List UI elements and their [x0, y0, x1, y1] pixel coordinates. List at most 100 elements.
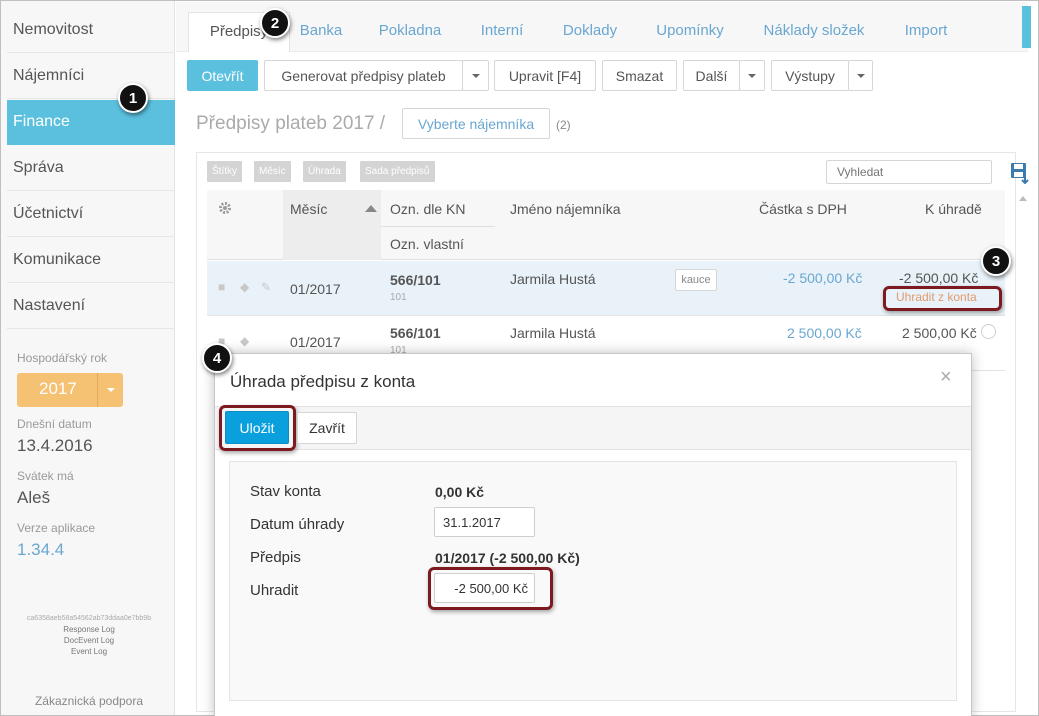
save-button[interactable]: Uložit [225, 411, 289, 444]
pay-amount-field[interactable] [434, 573, 535, 603]
balance-label: Stav konta [250, 483, 321, 500]
sidebar-item-komunikace[interactable]: Komunikace [7, 238, 175, 283]
export-save-icon[interactable] [1010, 162, 1030, 184]
tab-label: Upomínky [656, 22, 724, 39]
filter-tags[interactable]: Štítky [207, 161, 243, 182]
sidebar-item-label: Nastavení [13, 297, 86, 314]
briefcase-icon: ■ [218, 280, 226, 294]
callout-4: 4 [202, 343, 232, 373]
page-title: Předpisy plateb 2017 / [196, 113, 386, 134]
column-header-amount[interactable]: Částka s DPH [759, 201, 847, 217]
tab-label: Pokladna [378, 22, 442, 39]
sidebar-item-sprava[interactable]: Správa [7, 146, 175, 191]
fiscal-year-value: 2017 [39, 379, 77, 398]
dialog-body [229, 461, 957, 701]
deposit-tag[interactable]: kauce [675, 269, 717, 291]
close-button[interactable]: Zavřít [297, 412, 357, 444]
row-kn: 566/101 [390, 325, 441, 341]
sidebar-item-ucetnictvi[interactable]: Účetnictví [7, 192, 175, 237]
pencil-icon[interactable]: ✎ [261, 280, 271, 294]
tab-naklady-slozek[interactable]: Náklady složek [755, 12, 873, 52]
row-kn: 566/101 [390, 272, 441, 288]
sidebar-item-label: Finance [13, 113, 70, 130]
row-amount: 2 500,00 Kč [787, 325, 862, 341]
balance-value: 0,00 Kč [435, 484, 485, 500]
tag-icon: ◆ [240, 280, 250, 294]
version-value[interactable]: 1.34.4 [17, 540, 64, 560]
fiscal-year-label: Hospodářský rok [17, 351, 108, 365]
outputs-button[interactable]: Výstupy [771, 60, 849, 91]
sort-asc-icon [365, 205, 377, 212]
close-icon[interactable]: × [940, 366, 952, 389]
open-button[interactable]: Otevřít [187, 60, 258, 91]
callout-2: 2 [260, 8, 290, 38]
column-header-kn[interactable]: Ozn. dle KN [390, 201, 465, 217]
row-month: 01/2017 [290, 334, 341, 350]
payment-date-field[interactable] [434, 507, 535, 537]
sidebar-item-nemovitost[interactable]: Nemovitost [7, 8, 175, 53]
search-input[interactable] [826, 160, 992, 184]
tab-banka[interactable]: Banka [292, 12, 350, 52]
tab-upominky[interactable]: Upomínky [646, 12, 734, 52]
more-button[interactable]: Další [683, 60, 740, 91]
row-tenant: Jarmila Hustá [510, 271, 596, 287]
filter-month[interactable]: Měsíc [254, 161, 291, 182]
more-dropdown-toggle[interactable] [739, 60, 765, 91]
build-hash: ca6358aeb58a54562ab73ddaa0e7bb9b [26, 615, 152, 622]
fiscal-year-select[interactable]: 2017 [17, 373, 123, 407]
column-header-own[interactable]: Ozn. vlastní [390, 236, 464, 252]
filter-payment[interactable]: Úhrada [303, 161, 346, 182]
paid-check-icon[interactable] [981, 324, 996, 339]
sidebar-item-najemnici[interactable]: Nájemníci [7, 54, 175, 99]
nameday-value: Aleš [17, 488, 51, 507]
sidebar-item-label: Nemovitost [13, 21, 94, 38]
version-label: Verze aplikace [17, 521, 96, 535]
column-header-month[interactable]: Měsíc [290, 201, 327, 217]
tab-label: Import [904, 22, 948, 39]
scroll-up-arrow[interactable] [1019, 196, 1027, 201]
tab-pokladna[interactable]: Pokladna [370, 12, 450, 52]
prescription-label: Předpis [250, 549, 301, 566]
support-link[interactable]: Zákaznická podpora [9, 694, 169, 708]
row-due: -2 500,00 Kč [899, 270, 979, 286]
sidebar-item-finance[interactable]: Finance [7, 100, 175, 145]
event-log-link[interactable]: Event Log [9, 647, 169, 656]
row-own: 101 [390, 292, 407, 303]
filter-prescription-set[interactable]: Sada předpisů [360, 161, 435, 182]
today-label: Dnešní datum [17, 417, 92, 431]
edit-button[interactable]: Upravit [F4] [494, 60, 596, 91]
tab-label: Doklady [562, 22, 618, 39]
header-divider [381, 226, 495, 227]
generate-dropdown-toggle[interactable] [462, 60, 489, 91]
date-label: Datum úhrady [250, 516, 345, 533]
response-log-link[interactable]: Response Log [9, 625, 169, 634]
row-tenant: Jarmila Hustá [510, 325, 596, 341]
sidebar-item-label: Komunikace [13, 251, 102, 268]
tab-doklady[interactable]: Doklady [552, 12, 628, 52]
sidebar-item-label: Nájemníci [13, 67, 85, 84]
callout-1: 1 [118, 83, 148, 113]
docevent-log-link[interactable]: DocEvent Log [9, 636, 169, 645]
tab-interni[interactable]: Interní [472, 12, 532, 52]
column-header-tenant[interactable]: Jméno nájemníka [510, 201, 621, 217]
gear-icon[interactable] [218, 201, 232, 215]
dialog-title: Úhrada předpisu z konta [230, 372, 416, 391]
delete-button[interactable]: Smazat [602, 60, 677, 91]
result-count: (2) [556, 118, 571, 132]
today-value: 13.4.2016 [17, 436, 93, 455]
tag-icon: ◆ [240, 334, 250, 348]
pay-from-account-link[interactable]: Uhradit z konta [896, 290, 977, 304]
column-header-due[interactable]: K úhradě [925, 201, 982, 217]
tab-label: Náklady složek [763, 22, 865, 39]
sidebar-item-label: Správa [13, 159, 64, 176]
generate-button[interactable]: Generovat předpisy plateb [264, 60, 463, 91]
sidebar: Nemovitost Nájemníci Finance Správa Účet… [1, 1, 175, 715]
chevron-down-icon[interactable] [97, 373, 123, 407]
tab-import[interactable]: Import [893, 12, 959, 52]
select-tenant-button[interactable]: Vyberte nájemníka [402, 108, 550, 139]
sidebar-item-nastaveni[interactable]: Nastavení [7, 284, 175, 329]
row-due: 2 500,00 Kč [902, 325, 977, 341]
pay-amount-label: Uhradit [250, 582, 299, 599]
nameday-label: Svátek má [17, 469, 74, 483]
outputs-dropdown-toggle[interactable] [848, 60, 873, 91]
